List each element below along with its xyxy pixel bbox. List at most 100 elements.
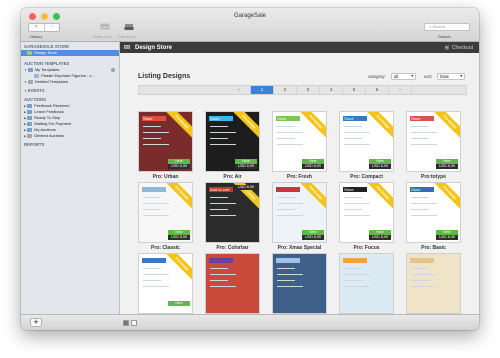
thumbnail-line — [143, 197, 161, 199]
design-thumbnail[interactable] — [205, 253, 260, 314]
design-thumbnail[interactable] — [272, 253, 327, 314]
sidebar-header-events[interactable]: ▼ EVENTS — [21, 86, 119, 94]
thumbnail-line — [143, 203, 169, 205]
cart-icon[interactable] — [100, 23, 110, 31]
thumbnail-line — [277, 132, 303, 134]
pro-design-ribbon: Pro Design — [298, 183, 326, 211]
pro-design-ribbon: Pro Design — [432, 112, 460, 140]
thumbnail-line — [277, 144, 303, 146]
page-1[interactable]: 1 — [251, 86, 274, 94]
design-name: Pro:totype — [421, 174, 446, 180]
thumbnail-header — [276, 187, 300, 192]
design-thumbnail[interactable]: Pro Design New USD 8,99 — [138, 182, 193, 243]
page-3[interactable]: 3 — [297, 86, 320, 94]
thumbnail-text: Store — [344, 187, 354, 192]
thumbnail-line — [411, 286, 437, 288]
thumbnail-line — [143, 268, 161, 270]
list-view-icon[interactable] — [131, 320, 137, 326]
price-tag: USD 8,99 — [436, 235, 458, 240]
thumbnail-text: Store — [277, 116, 287, 121]
design-thumbnail[interactable]: Store Pro Design New USD 8,99 — [138, 111, 193, 172]
thumbnail-line — [210, 203, 236, 205]
design-thumbnail[interactable] — [406, 253, 461, 314]
design-thumbnail[interactable]: Add to cart Pro Design USD 8,99 — [205, 182, 260, 243]
template-icon — [34, 74, 39, 78]
thumbnail-line — [411, 126, 429, 128]
thumbnail-text: Store — [344, 116, 354, 121]
thumbnail-line — [411, 144, 437, 146]
design-thumbnail[interactable]: Store Pro Design New USD 8,99 — [272, 111, 327, 172]
sort-label: sort: — [424, 74, 433, 79]
thumbnail-line — [143, 209, 161, 211]
page-prev[interactable]: ‹ — [228, 86, 251, 94]
page-title: Listing Designs — [138, 73, 191, 80]
thumbnail-line — [344, 286, 370, 288]
search-input[interactable]: ⌕ Search — [424, 23, 470, 31]
thumbnail-line — [143, 280, 161, 282]
design-thumbnail[interactable]: Pro Design New USD 8,99 — [272, 182, 327, 243]
forward-arrow-icon[interactable]: › — [43, 24, 60, 31]
window-title: GarageSale — [233, 13, 267, 19]
category-value: all — [394, 73, 399, 79]
design-thumbnail[interactable]: Store Pro Design New USD 8,99 — [339, 111, 394, 172]
add-button[interactable]: + — [30, 318, 42, 327]
category-select[interactable]: all ▼ — [391, 72, 416, 80]
checkout-toolbar-label: Checkout — [118, 34, 135, 39]
thumbnail-line — [277, 286, 303, 288]
store-header-bar: Design Store 🛒︎ Checkout — [120, 42, 479, 53]
sidebar-header-label: EVENTS — [27, 88, 45, 93]
thumbnail-line — [411, 203, 437, 205]
chevron-down-icon: ▼ — [459, 73, 463, 78]
design-thumbnail[interactable]: Pro Design New — [138, 253, 193, 314]
design-thumbnail[interactable] — [339, 253, 394, 314]
thumbnail-line — [344, 197, 362, 199]
folder-icon — [27, 128, 33, 132]
back-arrow-icon[interactable]: ‹ — [29, 24, 44, 31]
auction-list: ▶ Feedback Received ▶ Leave Feedback ▶ R… — [21, 103, 119, 139]
sidebar-item-label: My Templates — [34, 67, 60, 72]
pro-design-ribbon: Pro Design — [365, 183, 393, 211]
thumbnail-line — [277, 209, 295, 211]
sidebar-header-reports: REPORTS — [24, 142, 45, 147]
sidebar-item-deleted-auctions[interactable]: ▶ Deleted Auctions — [21, 133, 119, 139]
history-nav[interactable]: ‹ › — [28, 23, 60, 32]
checkout-link[interactable]: 🛒︎ Checkout — [444, 45, 473, 51]
thumbnail-line — [277, 197, 295, 199]
page-5[interactable]: 5 — [343, 86, 366, 94]
thumbnail-line — [344, 144, 370, 146]
page-next[interactable]: › — [389, 86, 412, 94]
grid-icon — [124, 45, 130, 49]
design-name: Pro: Compact — [350, 174, 383, 180]
design-name: Pro: Basic — [421, 245, 446, 251]
sidebar-item-design-store[interactable]: Design Store — [21, 50, 119, 56]
folder-icon — [27, 68, 33, 72]
price-tag: USD 8,99 — [302, 164, 324, 169]
grid-view-icon[interactable] — [123, 320, 129, 326]
sort-select[interactable]: Date ▼ — [437, 72, 465, 80]
thumbnail-line — [143, 274, 169, 276]
thumbnail-line — [277, 126, 295, 128]
sidebar-item-label: Plaster Elephant Figurine - c... — [41, 73, 95, 78]
design-thumbnail[interactable]: Store Pro Design New USD 8,99 — [339, 182, 394, 243]
sidebar-item-deleted-templates[interactable]: ▼ Deleted Templates — [21, 79, 119, 85]
sidebar-item-label: Deleted Auctions — [34, 133, 65, 138]
thumbnail-line — [277, 215, 303, 217]
page-6[interactable]: 6 — [366, 86, 389, 94]
thumbnail-line — [143, 215, 169, 217]
thumbnail-line — [344, 215, 370, 217]
thumbnail-line — [277, 138, 295, 140]
design-thumbnail[interactable]: Store Pro Design New USD 8,99 — [205, 111, 260, 172]
design-name: Pro: Urban — [152, 174, 179, 180]
thumbnail-text: Store — [411, 116, 421, 121]
page-2[interactable]: 2 — [274, 86, 297, 94]
thumbnail-text: Store — [143, 116, 153, 121]
thumbnail-text: Store — [210, 116, 220, 121]
thumbnail-line — [143, 138, 161, 140]
thumbnail-line — [344, 126, 362, 128]
design-thumbnail[interactable]: Store Pro Design New USD 8,99 — [406, 182, 461, 243]
page-4[interactable]: 4 — [320, 86, 343, 94]
thumbnail-line — [210, 268, 228, 270]
store-icon — [27, 51, 32, 55]
checkout-register-icon[interactable] — [124, 23, 134, 31]
design-thumbnail[interactable]: Store Pro Design New USD 8,99 — [406, 111, 461, 172]
